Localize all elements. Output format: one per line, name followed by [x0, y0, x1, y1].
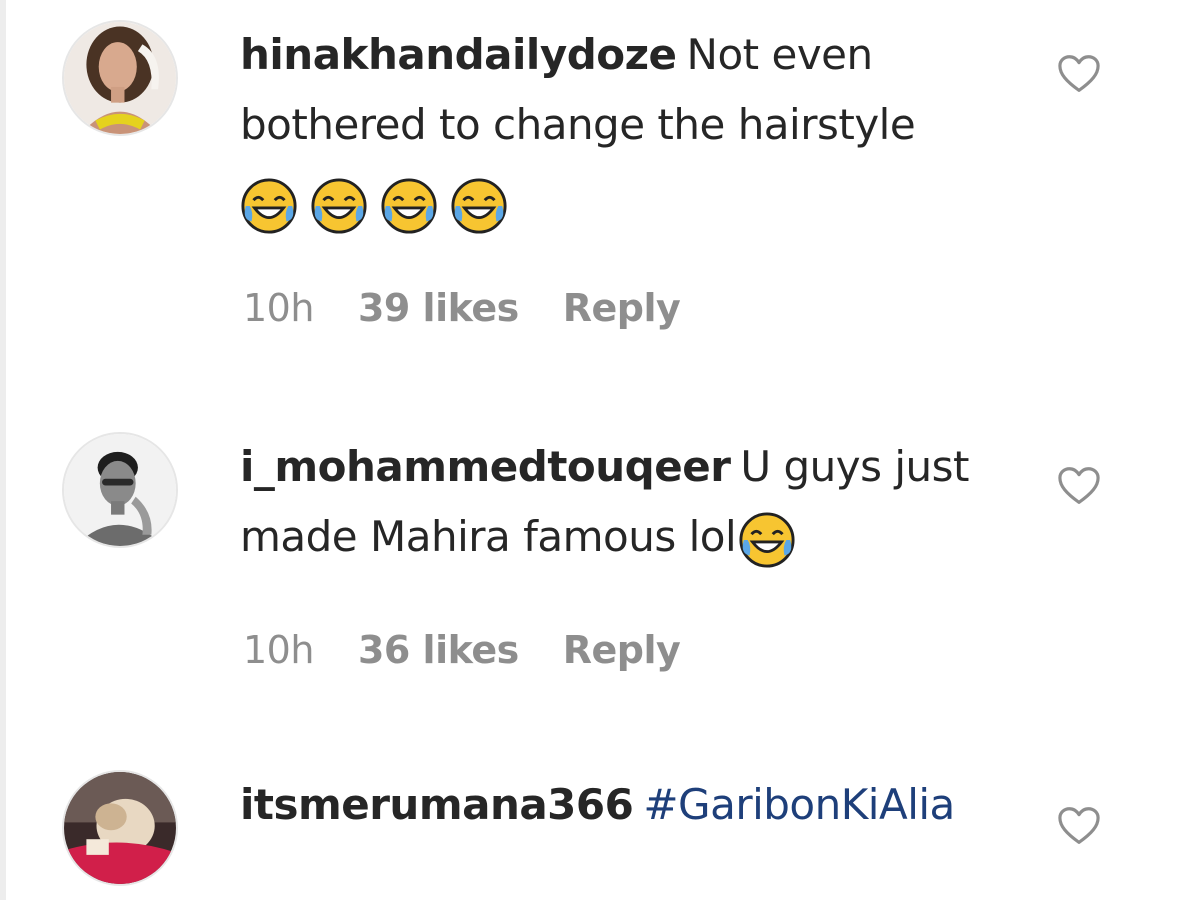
face-with-tears-of-joy-icon	[380, 177, 438, 235]
face-with-tears-of-joy-icon	[738, 511, 796, 569]
comment-likes[interactable]: 36 likes	[358, 628, 519, 672]
comment-text-block: hinakhandailydoze Not even bothered to ch…	[240, 20, 1010, 238]
like-heart-icon[interactable]	[1057, 54, 1101, 94]
avatar[interactable]	[62, 432, 178, 548]
face-with-tears-of-joy-icon	[240, 177, 298, 235]
comment-text-block: i_mohammedtouqeer U guys just made Mahira…	[240, 432, 1010, 572]
emoji-row	[240, 177, 508, 235]
comment-username[interactable]: hinakhandailydoze	[240, 30, 677, 79]
avatar-photo	[64, 434, 176, 546]
reply-button[interactable]: Reply	[563, 628, 681, 672]
like-heart-icon[interactable]	[1057, 466, 1101, 506]
like-heart-icon[interactable]	[1057, 806, 1101, 846]
avatar[interactable]	[62, 20, 178, 136]
reply-button[interactable]: Reply	[563, 286, 681, 330]
avatar-photo	[64, 772, 176, 884]
comment-username[interactable]: i_mohammedtouqeer	[240, 442, 731, 491]
hashtag-link[interactable]: #GaribonKiAlia	[643, 780, 955, 829]
avatar[interactable]	[62, 770, 178, 886]
comment-text-block: itsmerumana366 #GaribonKiAlia	[240, 770, 1010, 840]
avatar-photo	[64, 22, 176, 134]
left-border	[0, 0, 6, 900]
comment-time[interactable]: 10h	[243, 628, 314, 672]
comment-username[interactable]: itsmerumana366	[240, 780, 634, 829]
comment-time[interactable]: 10h	[243, 286, 314, 330]
face-with-tears-of-joy-icon	[310, 177, 368, 235]
face-with-tears-of-joy-icon	[450, 177, 508, 235]
comment-meta: 10h 39 likes Reply	[243, 286, 681, 330]
comment-likes[interactable]: 39 likes	[358, 286, 519, 330]
comment-meta: 10h 36 likes Reply	[243, 628, 681, 672]
